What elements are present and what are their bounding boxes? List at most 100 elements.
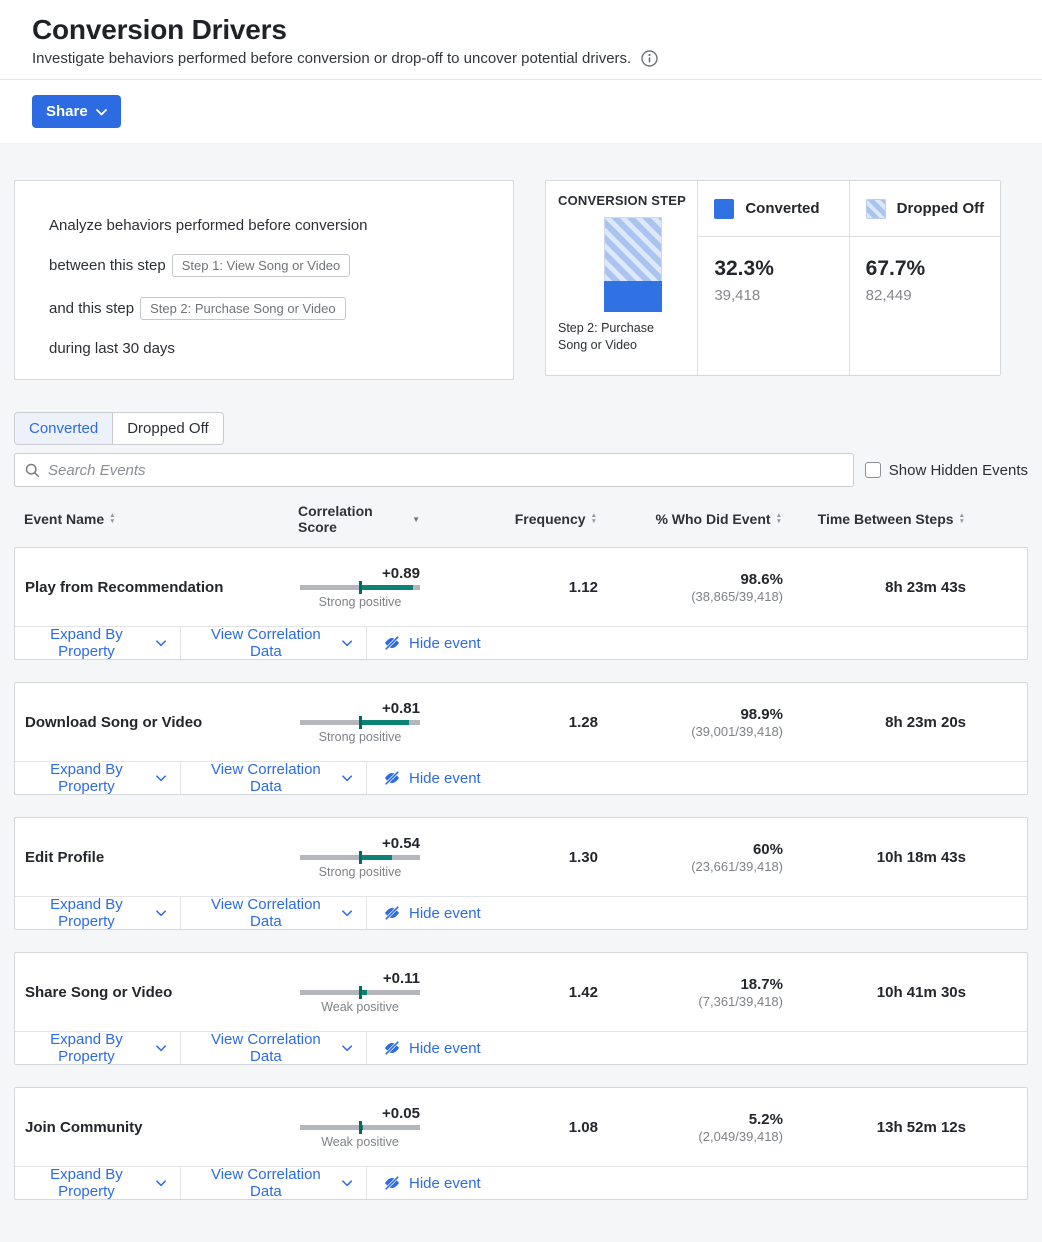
- hide-event-button[interactable]: Hide event: [367, 1032, 495, 1064]
- converted-swatch: [714, 199, 734, 219]
- pct-who-did-cell: 60% (23,661/39,418): [612, 841, 797, 874]
- correlation-strength-label: Weak positive: [321, 1000, 399, 1014]
- view-correlation-data-button[interactable]: View Correlation Data: [181, 897, 367, 929]
- expand-by-property-label: Expand By Property: [25, 1031, 148, 1065]
- view-correlation-data-button[interactable]: View Correlation Data: [181, 627, 367, 659]
- hide-event-button[interactable]: Hide event: [367, 897, 495, 929]
- pct-who-did-cell: 5.2% (2,049/39,418): [612, 1111, 797, 1144]
- setup-line-1: Analyze behaviors performed before conve…: [49, 217, 479, 234]
- chevron-down-icon: [156, 910, 166, 917]
- correlation-score-value: +0.54: [382, 835, 421, 852]
- correlation-bar-center-tick: [359, 716, 362, 729]
- correlation-strength-label: Strong positive: [319, 595, 402, 609]
- search-box[interactable]: [14, 453, 854, 487]
- converted-count: 39,418: [714, 287, 832, 304]
- expand-by-property-button[interactable]: Expand By Property: [15, 627, 181, 659]
- time-between-steps-value: 10h 18m 43s: [797, 849, 980, 866]
- correlation-score-cell: +0.54 Strong positive: [299, 835, 421, 879]
- correlation-bar-fill: [360, 585, 413, 590]
- correlation-score-bar: [300, 720, 420, 725]
- eye-off-icon: [383, 1175, 401, 1191]
- page-title: Conversion Drivers: [32, 14, 1042, 46]
- time-between-steps-value: 8h 23m 43s: [797, 579, 980, 596]
- pct-who-did-value: 98.6%: [612, 571, 783, 588]
- col-pct-who-did-event: % Who Did Event: [655, 511, 770, 527]
- converted-bar-segment: [604, 281, 662, 312]
- correlation-strength-label: Strong positive: [319, 730, 402, 744]
- expand-by-property-label: Expand By Property: [25, 761, 148, 795]
- step1-selector-chip[interactable]: Step 1: View Song or Video: [172, 254, 351, 277]
- chevron-down-icon: [156, 775, 166, 782]
- pct-who-did-value: 18.7%: [612, 976, 783, 993]
- correlation-bar-center-tick: [359, 986, 362, 999]
- search-input[interactable]: [48, 462, 843, 479]
- view-correlation-data-button[interactable]: View Correlation Data: [181, 1167, 367, 1199]
- expand-by-property-button[interactable]: Expand By Property: [15, 1167, 181, 1199]
- date-range-label: during last 30 days: [49, 340, 479, 357]
- correlation-strength-label: Strong positive: [319, 865, 402, 879]
- event-row-card: Share Song or Video +0.11 Weak positive …: [14, 952, 1028, 1065]
- sort-icon-event-name[interactable]: ▲▼: [109, 514, 115, 525]
- hide-event-label: Hide event: [409, 905, 481, 922]
- hide-event-button[interactable]: Hide event: [367, 762, 495, 794]
- view-correlation-data-button[interactable]: View Correlation Data: [181, 762, 367, 794]
- show-hidden-events-checkbox[interactable]: [865, 462, 881, 478]
- hide-event-button[interactable]: Hide event: [367, 1167, 495, 1199]
- page-subtitle: Investigate behaviors performed before c…: [32, 50, 631, 67]
- pct-who-did-fraction: (39,001/39,418): [612, 724, 783, 739]
- eye-off-icon: [383, 905, 401, 921]
- correlation-score-bar: [300, 1125, 420, 1130]
- expand-by-property-button[interactable]: Expand By Property: [15, 1032, 181, 1064]
- hide-event-button[interactable]: Hide event: [367, 627, 495, 659]
- view-correlation-data-label: View Correlation Data: [198, 1031, 334, 1065]
- time-between-steps-value: 8h 23m 20s: [797, 714, 980, 731]
- correlation-score-cell: +0.81 Strong positive: [299, 700, 421, 744]
- tab-dropped-off[interactable]: Dropped Off: [113, 413, 222, 444]
- correlation-score-cell: +0.89 Strong positive: [299, 565, 421, 609]
- event-row-card: Edit Profile +0.54 Strong positive 1.30 …: [14, 817, 1028, 930]
- and-step-label: and this step: [49, 300, 134, 317]
- col-correlation-score: Correlation Score: [298, 503, 407, 535]
- col-event-name: Event Name: [24, 511, 104, 527]
- sort-icon-correlation-score[interactable]: ▼: [412, 515, 420, 524]
- correlation-score-value: +0.05: [382, 1105, 421, 1122]
- show-hidden-events-label: Show Hidden Events: [889, 462, 1028, 479]
- expand-by-property-button[interactable]: Expand By Property: [15, 762, 181, 794]
- col-frequency: Frequency: [515, 511, 586, 527]
- hide-event-label: Hide event: [409, 635, 481, 652]
- sort-icon-time-between[interactable]: ▲▼: [959, 514, 965, 525]
- chevron-down-icon: [342, 640, 352, 647]
- hide-event-label: Hide event: [409, 1175, 481, 1192]
- hide-event-label: Hide event: [409, 770, 481, 787]
- expand-by-property-label: Expand By Property: [25, 626, 148, 660]
- view-correlation-data-label: View Correlation Data: [198, 761, 334, 795]
- pct-who-did-cell: 98.9% (39,001/39,418): [612, 706, 797, 739]
- share-button[interactable]: Share: [32, 95, 121, 128]
- expand-by-property-button[interactable]: Expand By Property: [15, 897, 181, 929]
- tab-converted[interactable]: Converted: [15, 413, 113, 444]
- dropped-off-legend-label: Dropped Off: [897, 200, 985, 217]
- chevron-down-icon: [96, 109, 107, 116]
- correlation-score-value: +0.81: [382, 700, 421, 717]
- eye-off-icon: [383, 1040, 401, 1056]
- info-icon[interactable]: [641, 50, 658, 67]
- view-correlation-data-label: View Correlation Data: [198, 626, 334, 660]
- correlation-score-value: +0.89: [382, 565, 421, 582]
- pct-who-did-fraction: (23,661/39,418): [612, 859, 783, 874]
- correlation-strength-label: Weak positive: [321, 1135, 399, 1149]
- page-header: Conversion Drivers Investigate behaviors…: [0, 0, 1042, 79]
- conversion-step-caption: Step 2: Purchase Song or Video: [558, 320, 687, 354]
- sort-icon-frequency[interactable]: ▲▼: [591, 514, 597, 525]
- step2-selector-chip[interactable]: Step 2: Purchase Song or Video: [140, 297, 346, 320]
- dropped-off-swatch: [866, 199, 886, 219]
- pct-who-did-fraction: (7,361/39,418): [612, 994, 783, 1009]
- conversion-step-bar-chart: [604, 217, 662, 312]
- frequency-value: 1.28: [421, 714, 612, 731]
- sort-icon-pct-who-did[interactable]: ▲▼: [776, 514, 782, 525]
- time-between-steps-value: 13h 52m 12s: [797, 1119, 980, 1136]
- event-row-card: Join Community +0.05 Weak positive 1.08 …: [14, 1087, 1028, 1200]
- share-button-label: Share: [46, 103, 88, 120]
- dropped-off-count: 82,449: [866, 287, 984, 304]
- correlation-score-value: +0.11: [383, 970, 421, 987]
- view-correlation-data-button[interactable]: View Correlation Data: [181, 1032, 367, 1064]
